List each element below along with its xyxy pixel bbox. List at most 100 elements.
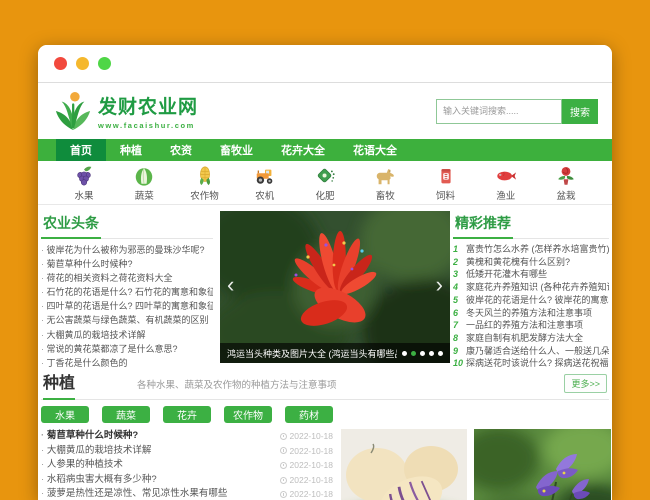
nav-item-flowers[interactable]: 花卉大全 <box>267 139 339 161</box>
site-name: 发财农业网 <box>98 92 198 119</box>
planting-tabs: 水果 蔬菜 花卉 农作物 药材 <box>41 406 609 423</box>
recommend-link[interactable]: 8家庭自制有机肥发酵方法大全 <box>453 332 609 345</box>
recommend-link[interactable]: 4家庭花卉养殖知识 (各种花卉养殖知识) <box>453 281 609 294</box>
search-button[interactable]: 搜索 <box>562 99 598 124</box>
tab-crops[interactable]: 农作物 <box>224 406 272 423</box>
fertilizer-bag-icon <box>314 165 336 187</box>
recommend-list: 1富贵竹怎么水养 (怎样养水培富贵竹) 2黄槐和黄花槐有什么区别? 3低矮开花灌… <box>453 243 609 370</box>
category-fertilizer[interactable]: 化肥 <box>299 165 351 202</box>
article-date: 2022-10-18 <box>280 429 333 444</box>
recommend-link[interactable]: 6冬天风兰的养殖方法和注意事项 <box>453 307 609 320</box>
recommend-link[interactable]: 5彼岸花的花语是什么? 彼岸花的寓意和... <box>453 294 609 307</box>
carousel-prev-arrow[interactable]: ‹ <box>227 274 234 296</box>
category-crops[interactable]: 农作物 <box>179 165 231 202</box>
image-carousel[interactable]: ‹ › 鸿运当头种类及图片大全 (鸿运当头有哪些品种图片) <box>220 211 450 363</box>
purple-flower-photo <box>474 429 611 500</box>
headline-link[interactable]: 常说的黄花菜都凉了是什么意思? <box>41 342 213 356</box>
nav-item-agri-supplies[interactable]: 农资 <box>156 139 206 161</box>
article-date: 2022-10-18 <box>280 444 333 459</box>
nav-item-planting[interactable]: 种植 <box>106 139 156 161</box>
headline-link[interactable]: 大棚黄瓜的栽培技术详解 <box>41 328 213 342</box>
tab-vegetable[interactable]: 蔬菜 <box>102 406 150 423</box>
site-logo[interactable]: 发财农业网 www.facaishur.com <box>54 90 198 132</box>
carousel-next-arrow[interactable]: › <box>436 274 443 296</box>
date-text: 2022-10-18 <box>290 429 333 444</box>
recommend-text: 一品红的养殖方法和注意事项 <box>466 319 583 332</box>
planting-title: 种植 <box>43 369 75 393</box>
nav-item-flower-language[interactable]: 花语大全 <box>339 139 411 161</box>
recommend-link[interactable]: 3低矮开花灌木有哪些 <box>453 268 609 281</box>
date-text: 2022-10-18 <box>290 458 333 473</box>
recommend-link[interactable]: 9康乃馨适合送给什么人、一般送几朵合... <box>453 345 609 358</box>
rank-number: 6 <box>453 307 466 320</box>
planting-subtitle: 各种水果、蔬菜及农作物的种植方法与注意事项 <box>137 377 337 393</box>
headline-link[interactable]: 石竹花的花语是什么? 石竹花的寓意和象征 <box>41 285 213 299</box>
carousel-dot[interactable] <box>402 351 407 356</box>
recommend-link[interactable]: 1富贵竹怎么水养 (怎样养水培富贵竹) <box>453 243 609 256</box>
thumbnail-purple-flower[interactable] <box>474 429 611 500</box>
cabbage-icon <box>133 165 155 187</box>
carousel-dot[interactable] <box>420 351 425 356</box>
thumbnail-pepino-fruit[interactable] <box>341 429 467 500</box>
category-potted[interactable]: 盆栽 <box>540 165 592 202</box>
article-link[interactable]: 人参果的种植技术 <box>41 458 280 473</box>
more-link[interactable]: 更多>> <box>564 374 607 393</box>
category-label: 化肥 <box>315 188 334 202</box>
headline-link[interactable]: 四叶草的花语是什么? 四叶草的寓意和象征 <box>41 299 213 313</box>
article-link[interactable]: 菠萝是热性还是凉性、常见凉性水果有哪些 <box>41 487 280 500</box>
category-livestock[interactable]: 畜牧 <box>359 165 411 202</box>
minimize-window-button[interactable] <box>76 57 89 70</box>
logo-plant-icon <box>54 90 92 132</box>
headline-link[interactable]: 菊苣草种什么时候种? <box>41 257 213 271</box>
carousel-dot-active[interactable] <box>411 351 416 356</box>
article-link[interactable]: 大棚黄瓜的栽培技术详解 <box>41 444 280 459</box>
feed-can-icon <box>435 165 457 187</box>
category-vegetable[interactable]: 蔬菜 <box>118 165 170 202</box>
planting-content: 菊苣草种什么时候种? 2022-10-18 大棚黄瓜的栽培技术详解 2022-1… <box>41 429 609 500</box>
headline-link[interactable]: 荷花的相关资料之荷花资料大全 <box>41 271 213 285</box>
category-label: 渔业 <box>496 188 515 202</box>
maximize-window-button[interactable] <box>98 57 111 70</box>
rank-number: 2 <box>453 256 466 269</box>
search-bar: 搜索 <box>436 99 598 124</box>
search-input[interactable] <box>436 99 562 124</box>
category-label: 盆栽 <box>556 188 575 202</box>
article-link[interactable]: 菊苣草种什么时候种? <box>41 429 280 444</box>
tab-fruit[interactable]: 水果 <box>41 406 89 423</box>
carousel-dot[interactable] <box>429 351 434 356</box>
carousel-dot[interactable] <box>438 351 443 356</box>
article-link[interactable]: 水稻病虫害大概有多少种? <box>41 473 280 488</box>
headlines-title: 农业头条 <box>41 211 213 239</box>
tab-flower[interactable]: 花卉 <box>163 406 211 423</box>
recommend-link[interactable]: 2黄槐和黄花槐有什么区别? <box>453 256 609 269</box>
headlines-section: 农业头条 彼岸花为什么被称为邪恶的曼珠沙华呢? 菊苣草种什么时候种? 荷花的相关… <box>41 211 213 363</box>
corn-icon <box>194 165 216 187</box>
recommend-link[interactable]: 7一品红的养殖方法和注意事项 <box>453 319 609 332</box>
nav-item-livestock[interactable]: 畜牧业 <box>206 139 267 161</box>
close-window-button[interactable] <box>54 57 67 70</box>
date-text: 2022-10-18 <box>290 487 333 500</box>
category-label: 蔬菜 <box>135 188 154 202</box>
article-row: 菠萝是热性还是凉性、常见凉性水果有哪些 2022-10-18 <box>41 487 333 500</box>
article-row: 人参果的种植技术 2022-10-18 <box>41 458 333 473</box>
headline-link[interactable]: 无公害蔬菜与绿色蔬菜、有机蔬菜的区别 <box>41 313 213 327</box>
llama-icon <box>374 165 396 187</box>
fish-icon <box>495 165 517 187</box>
recommend-text: 富贵竹怎么水养 (怎样养水培富贵竹) <box>466 243 609 256</box>
tab-herbs[interactable]: 药材 <box>285 406 333 423</box>
potted-flower-icon <box>555 165 577 187</box>
category-feed[interactable]: 饲料 <box>420 165 472 202</box>
webpage: 发财农业网 www.facaishur.com 搜索 首页 种植 农资 畜牧业 … <box>38 83 612 500</box>
category-label: 农作物 <box>190 188 219 202</box>
category-fishery[interactable]: 渔业 <box>480 165 532 202</box>
category-fruit[interactable]: 水果 <box>58 165 110 202</box>
headline-link[interactable]: 彼岸花为什么被称为邪恶的曼珠沙华呢? <box>41 243 213 257</box>
recommend-text: 低矮开花灌木有哪些 <box>466 268 547 281</box>
category-label: 饲料 <box>436 188 455 202</box>
rank-number: 9 <box>453 345 466 358</box>
article-list: 菊苣草种什么时候种? 2022-10-18 大棚黄瓜的栽培技术详解 2022-1… <box>41 429 333 500</box>
site-url: www.facaishur.com <box>98 121 198 130</box>
nav-item-home[interactable]: 首页 <box>56 139 106 161</box>
category-machinery[interactable]: 农机 <box>239 165 291 202</box>
carousel-caption[interactable]: 鸿运当头种类及图片大全 (鸿运当头有哪些品种图片) <box>227 347 397 360</box>
